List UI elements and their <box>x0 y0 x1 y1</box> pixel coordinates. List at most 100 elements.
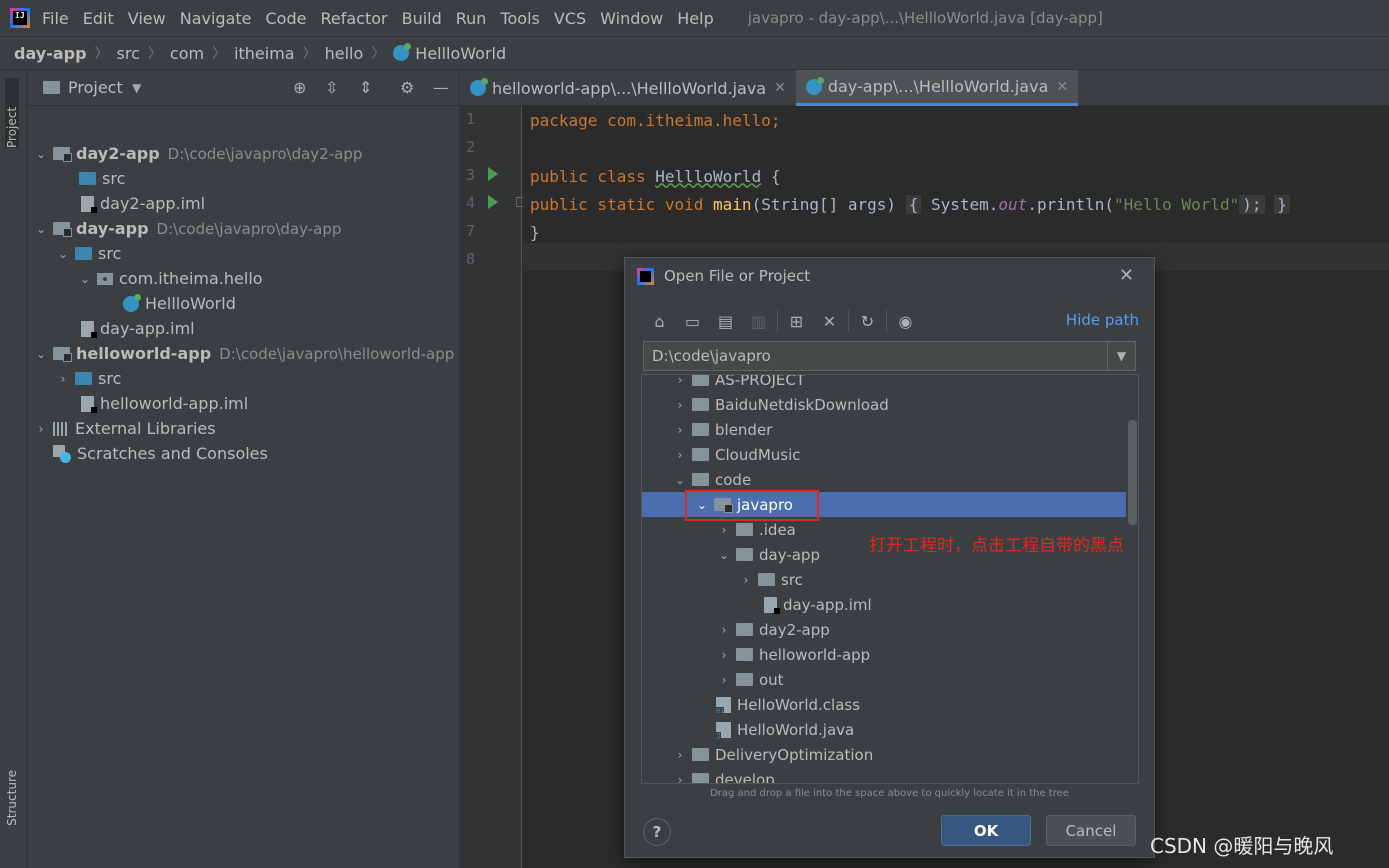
menu-navigate[interactable]: Navigate <box>180 9 252 28</box>
file-tree-item[interactable]: › CloudMusic <box>642 442 1126 467</box>
show-hidden-icon[interactable]: ◉ <box>889 312 922 331</box>
gear-icon[interactable]: ⚙ <box>400 78 414 97</box>
chevron-right-icon[interactable]: › <box>716 523 732 537</box>
collapse-all-icon[interactable]: ⇕ <box>359 78 372 97</box>
folder-icon <box>692 398 709 411</box>
menu-tools[interactable]: Tools <box>500 9 539 28</box>
menu-file[interactable]: File <box>42 9 69 28</box>
new-folder-icon[interactable]: ⊞ <box>780 312 813 331</box>
editor-tab-active[interactable]: day-app\...\HellloWorld.java ✕ <box>795 70 1079 106</box>
tree-item-external-libraries[interactable]: › External Libraries <box>33 416 216 441</box>
close-icon[interactable]: ✕ <box>1056 79 1068 95</box>
file-tree-item[interactable]: › DeliveryOptimization <box>642 742 1126 767</box>
breadcrumb-item[interactable]: hello <box>325 44 364 63</box>
file-tree-label: CloudMusic <box>715 445 801 464</box>
file-tree-item[interactable]: HelloWorld.java <box>642 717 1126 742</box>
path-combobox[interactable]: D:\code\javapro ▼ <box>643 341 1136 371</box>
tree-item-src[interactable]: › src <box>55 366 122 391</box>
chevron-right-icon[interactable]: › <box>738 573 754 587</box>
chevron-right-icon[interactable]: › <box>672 398 688 412</box>
project-tool-button[interactable]: Project <box>5 78 19 148</box>
file-tree-item[interactable]: › blender <box>642 417 1126 442</box>
file-tree-item[interactable]: › BaiduNetdiskDownload <box>642 392 1126 417</box>
breadcrumb-item[interactable]: HellloWorld <box>415 44 506 63</box>
home-icon[interactable]: ⌂ <box>643 312 676 331</box>
file-tree-item[interactable]: ⌄ code <box>642 467 1126 492</box>
line-number: 8 <box>466 250 476 268</box>
editor-tab[interactable]: helloworld-app\...\HellloWorld.java ✕ <box>460 70 796 106</box>
refresh-icon[interactable]: ↻ <box>851 312 884 331</box>
file-tree-item[interactable]: › out <box>642 667 1126 692</box>
desktop-icon[interactable]: ▭ <box>676 312 709 331</box>
tree-item-src[interactable]: ⌄ src <box>55 241 121 266</box>
file-tree-item[interactable]: › AS-PROJECT <box>642 375 1126 392</box>
tree-item-helloworld-app[interactable]: ⌄ helloworld-app D:\code\javapro\hellowo… <box>33 341 454 366</box>
tree-item-class[interactable]: HellloWorld <box>123 291 236 316</box>
chevron-down-icon[interactable]: ⌄ <box>33 222 49 236</box>
delete-icon[interactable]: ✕ <box>813 312 846 331</box>
file-tree-item[interactable]: day-app.iml <box>642 592 1126 617</box>
breadcrumb-item[interactable]: itheima <box>234 44 295 63</box>
tree-item-package[interactable]: ⌄ com.itheima.hello <box>77 266 263 291</box>
chevron-right-icon[interactable]: › <box>672 448 688 462</box>
file-tree-item[interactable]: › develop <box>642 767 1126 784</box>
file-tree-item[interactable]: › src <box>642 567 1126 592</box>
menu-window[interactable]: Window <box>600 9 663 28</box>
tree-item-iml[interactable]: day2-app.iml <box>75 191 205 216</box>
breadcrumb-item[interactable]: com <box>170 44 204 63</box>
chevron-right-icon[interactable]: › <box>33 422 49 436</box>
tree-item-day-app[interactable]: ⌄ day-app D:\code\javapro\day-app <box>33 216 341 241</box>
expand-all-icon[interactable]: ⇳ <box>325 78 338 97</box>
locate-icon[interactable]: ⊕ <box>293 78 306 97</box>
help-button[interactable]: ? <box>643 818 671 846</box>
project-panel-title[interactable]: Project <box>68 78 123 97</box>
hide-icon[interactable]: — <box>433 78 449 97</box>
chevron-down-icon[interactable]: ⌄ <box>716 548 732 562</box>
breadcrumb-item[interactable]: src <box>117 44 140 63</box>
chevron-down-icon[interactable]: ⌄ <box>672 473 688 487</box>
file-tree-item[interactable]: › day2-app <box>642 617 1126 642</box>
chevron-down-icon[interactable]: ▼ <box>1107 342 1135 370</box>
cancel-button[interactable]: Cancel <box>1046 815 1136 846</box>
structure-tool-button[interactable]: Structure <box>5 770 19 826</box>
tree-item-iml[interactable]: day-app.iml <box>75 316 195 341</box>
close-icon[interactable]: ✕ <box>1119 265 1134 286</box>
chevron-right-icon[interactable]: › <box>672 375 688 387</box>
breadcrumb-item[interactable]: day-app <box>14 44 87 63</box>
chevron-down-icon[interactable]: ⌄ <box>55 247 71 261</box>
menu-edit[interactable]: Edit <box>83 9 114 28</box>
menu-refactor[interactable]: Refactor <box>320 9 387 28</box>
menu-view[interactable]: View <box>128 9 166 28</box>
ok-button[interactable]: OK <box>941 815 1031 846</box>
file-tree-item[interactable]: HelloWorld.class <box>642 692 1126 717</box>
chevron-right-icon[interactable]: › <box>672 423 688 437</box>
tree-item-src[interactable]: src <box>75 166 125 191</box>
menu-build[interactable]: Build <box>402 9 442 28</box>
chevron-down-icon[interactable]: ⌄ <box>33 147 49 161</box>
menu-run[interactable]: Run <box>456 9 487 28</box>
menu-code[interactable]: Code <box>266 9 307 28</box>
tree-item-iml[interactable]: helloworld-app.iml <box>75 391 248 416</box>
file-tree-scrollbar[interactable] <box>1128 420 1137 525</box>
tree-item-scratches[interactable]: Scratches and Consoles <box>49 441 268 466</box>
tree-item-day2-app[interactable]: ⌄ day2-app D:\code\javapro\day2-app <box>33 141 362 166</box>
chevron-down-icon[interactable]: ▼ <box>129 81 145 95</box>
chevron-right-icon[interactable]: › <box>716 673 732 687</box>
chevron-down-icon[interactable]: ⌄ <box>77 272 93 286</box>
close-icon[interactable]: ✕ <box>774 80 786 96</box>
chevron-right-icon[interactable]: › <box>672 748 688 762</box>
module-folder-icon[interactable]: ▥ <box>742 312 775 331</box>
menu-vcs[interactable]: VCS <box>554 9 586 28</box>
run-icon[interactable] <box>488 167 498 181</box>
hide-path-link[interactable]: Hide path <box>1066 311 1139 329</box>
chevron-right-icon[interactable]: › <box>716 648 732 662</box>
run-icon[interactable] <box>488 195 498 209</box>
file-tree[interactable]: › AS-PROJECT › BaiduNetdiskDownload › blend… <box>641 374 1139 784</box>
file-tree-item[interactable]: › helloworld-app <box>642 642 1126 667</box>
chevron-right-icon[interactable]: › <box>55 372 71 386</box>
chevron-right-icon[interactable]: › <box>716 623 732 637</box>
project-folder-icon[interactable]: ▤ <box>709 312 742 331</box>
menu-help[interactable]: Help <box>677 9 713 28</box>
chevron-right-icon[interactable]: › <box>672 773 688 784</box>
chevron-down-icon[interactable]: ⌄ <box>33 347 49 361</box>
